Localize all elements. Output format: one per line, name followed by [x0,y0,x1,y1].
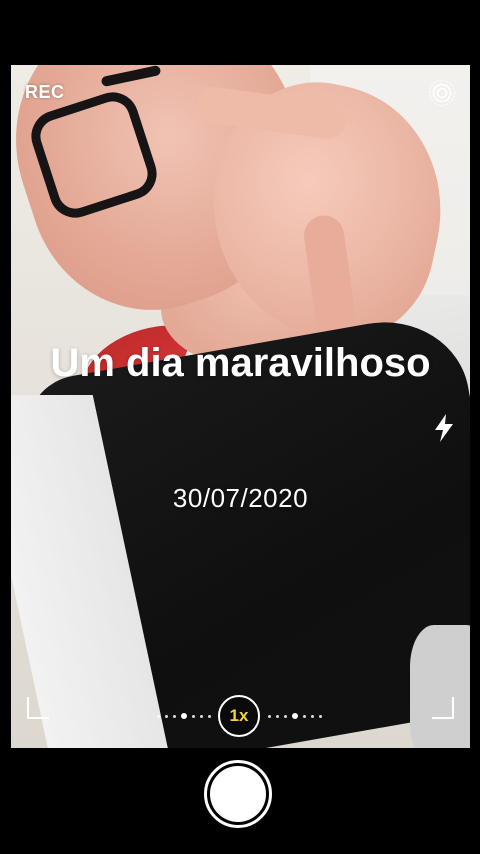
zoom-tick [303,714,306,718]
zoom-tick [268,714,271,718]
zoom-tick-major [292,713,298,719]
zoom-scale-right [268,713,322,719]
overlay-title: Um dia maravilhoso [50,341,431,385]
zoom-tick [319,714,322,718]
camera-screen: REC Um dia maravilhoso 30/07/2020 1x [0,0,480,854]
live-photo-icon[interactable] [428,79,456,107]
zoom-control: 1x [11,695,470,737]
zoom-button[interactable]: 1x [218,695,260,737]
shutter-inner [210,766,266,822]
zoom-tick [311,714,314,718]
zoom-scale-left [157,713,211,719]
camera-viewfinder[interactable]: REC Um dia maravilhoso 30/07/2020 1x [11,65,470,748]
rec-label: REC [25,82,65,102]
zoom-tick [165,714,168,718]
zoom-tick [173,714,176,718]
zoom-tick [157,714,160,718]
zoom-tick [284,714,287,718]
shutter-button[interactable] [204,760,272,828]
flash-icon[interactable] [432,413,456,443]
zoom-tick [200,714,203,718]
zoom-tick [208,714,211,718]
zoom-tick [192,714,195,718]
overlay-date: 30/07/2020 [172,483,309,513]
zoom-tick-major [181,713,187,719]
zoom-tick [276,714,279,718]
